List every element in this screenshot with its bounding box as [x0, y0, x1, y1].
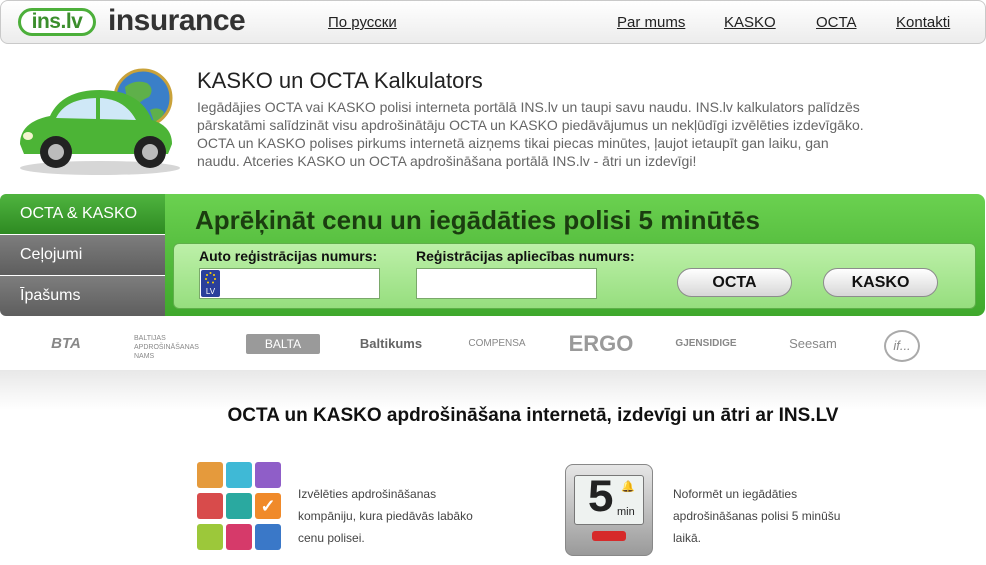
kasko-button[interactable]: KASKO [823, 268, 938, 297]
bottom-headline: OCTA un KASKO apdrošināšana internetā, i… [227, 405, 839, 426]
octa-button[interactable]: OCTA [677, 268, 792, 297]
nav-link-par-mums[interactable]: Par mums [617, 14, 685, 31]
insurer-logo-if[interactable]: if... [884, 330, 920, 362]
intro-paragraph: Iegādājies OCTA vai KASKO polisi interne… [197, 99, 864, 169]
lang-russian-link[interactable]: По русски [328, 14, 397, 31]
timer-unit: min [617, 506, 635, 518]
plate-country-code: LV [205, 287, 216, 296]
insurer-logo-balta[interactable]: BALTA [246, 334, 320, 354]
insurer-logo-ergo[interactable]: ERGO [566, 332, 636, 356]
feature-fast-text: Noformēt un iegādāties apdrošināšanas po… [673, 487, 841, 545]
intro-title: KASKO un OCTA Kalkulators [197, 68, 483, 93]
insurer-logo-baltikums[interactable]: Baltikums [354, 332, 428, 356]
logo-badge[interactable]: ins.lv [18, 8, 96, 36]
calculator-heading: Aprēķināt cenu un iegādāties polisi 5 mi… [195, 205, 760, 235]
insurer-logo-compensa[interactable]: COMPENSA [460, 332, 534, 356]
car-globe-illustration [20, 68, 180, 175]
alarm-bell-icon: 🔔 [621, 481, 635, 493]
insurer-choice-cube-icon: ✓ [195, 460, 285, 560]
insurer-logo-ban[interactable]: BALTIJAS APDROŠINĀŠANAS NAMS [134, 334, 214, 360]
product-tabs: OCTA & KASKO Ceļojumi Īpašums [0, 194, 165, 316]
timer-digit: 5 [587, 473, 615, 525]
tab-octa-kasko[interactable]: OCTA & KASKO [0, 194, 165, 234]
nav-link-kasko[interactable]: KASKO [724, 14, 776, 31]
timer-red-button [592, 531, 626, 541]
insurer-logo-gjensidige[interactable]: GJENSIDIGE [670, 332, 742, 356]
feature-choose-text: Izvēlēties apdrošināšanas kompāniju, kur… [298, 487, 473, 545]
logo-wordmark[interactable]: insurance [108, 4, 246, 38]
nav-link-octa[interactable]: OCTA [816, 14, 857, 31]
insurer-logo-bta[interactable]: BTA [34, 332, 98, 356]
reg-cert-input[interactable] [416, 268, 597, 299]
reg-number-input[interactable] [199, 268, 380, 299]
reg-number-label: Auto reģistrācijas numurs: [199, 248, 378, 264]
nav-link-kontakti[interactable]: Kontakti [896, 14, 950, 31]
timer-icon: 5 min 🔔 [565, 464, 653, 556]
section-divider-shadow [0, 370, 986, 410]
insurer-logo-strip: BTA BALTIJAS APDROŠINĀŠANAS NAMS BALTA B… [0, 318, 986, 371]
tab-celojumi[interactable]: Ceļojumi [0, 235, 165, 275]
insurer-logo-seesam[interactable]: Seesam [776, 332, 850, 356]
reg-cert-label: Reģistrācijas apliecības numurs: [416, 248, 635, 264]
tab-ipasums[interactable]: Īpašums [0, 276, 165, 316]
